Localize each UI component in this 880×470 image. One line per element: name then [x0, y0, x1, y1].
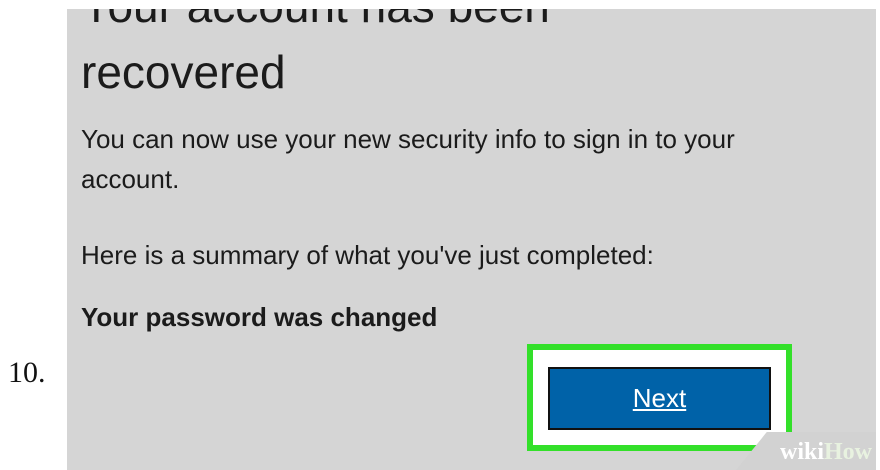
wikihow-step-image: 10. Your account has been recovered You …: [0, 0, 880, 470]
dialog-title-line-2: recovered: [81, 46, 286, 98]
dialog-title-line-1: Your account has been: [81, 9, 550, 29]
recovery-description: You can now use your new security info t…: [81, 124, 735, 194]
account-recovered-dialog: Your account has been recovered You can …: [67, 9, 876, 470]
next-button-highlight: Next: [527, 344, 792, 451]
watermark-wiki: wiki: [779, 439, 824, 465]
watermark-logo: wikiHow: [780, 439, 872, 466]
summary-intro: Here is a summary of what you've just co…: [81, 240, 654, 270]
next-button[interactable]: Next: [548, 367, 771, 430]
step-number: 10.: [8, 356, 46, 389]
password-changed-item: Your password was changed: [81, 302, 438, 332]
watermark-how: How: [824, 439, 872, 465]
